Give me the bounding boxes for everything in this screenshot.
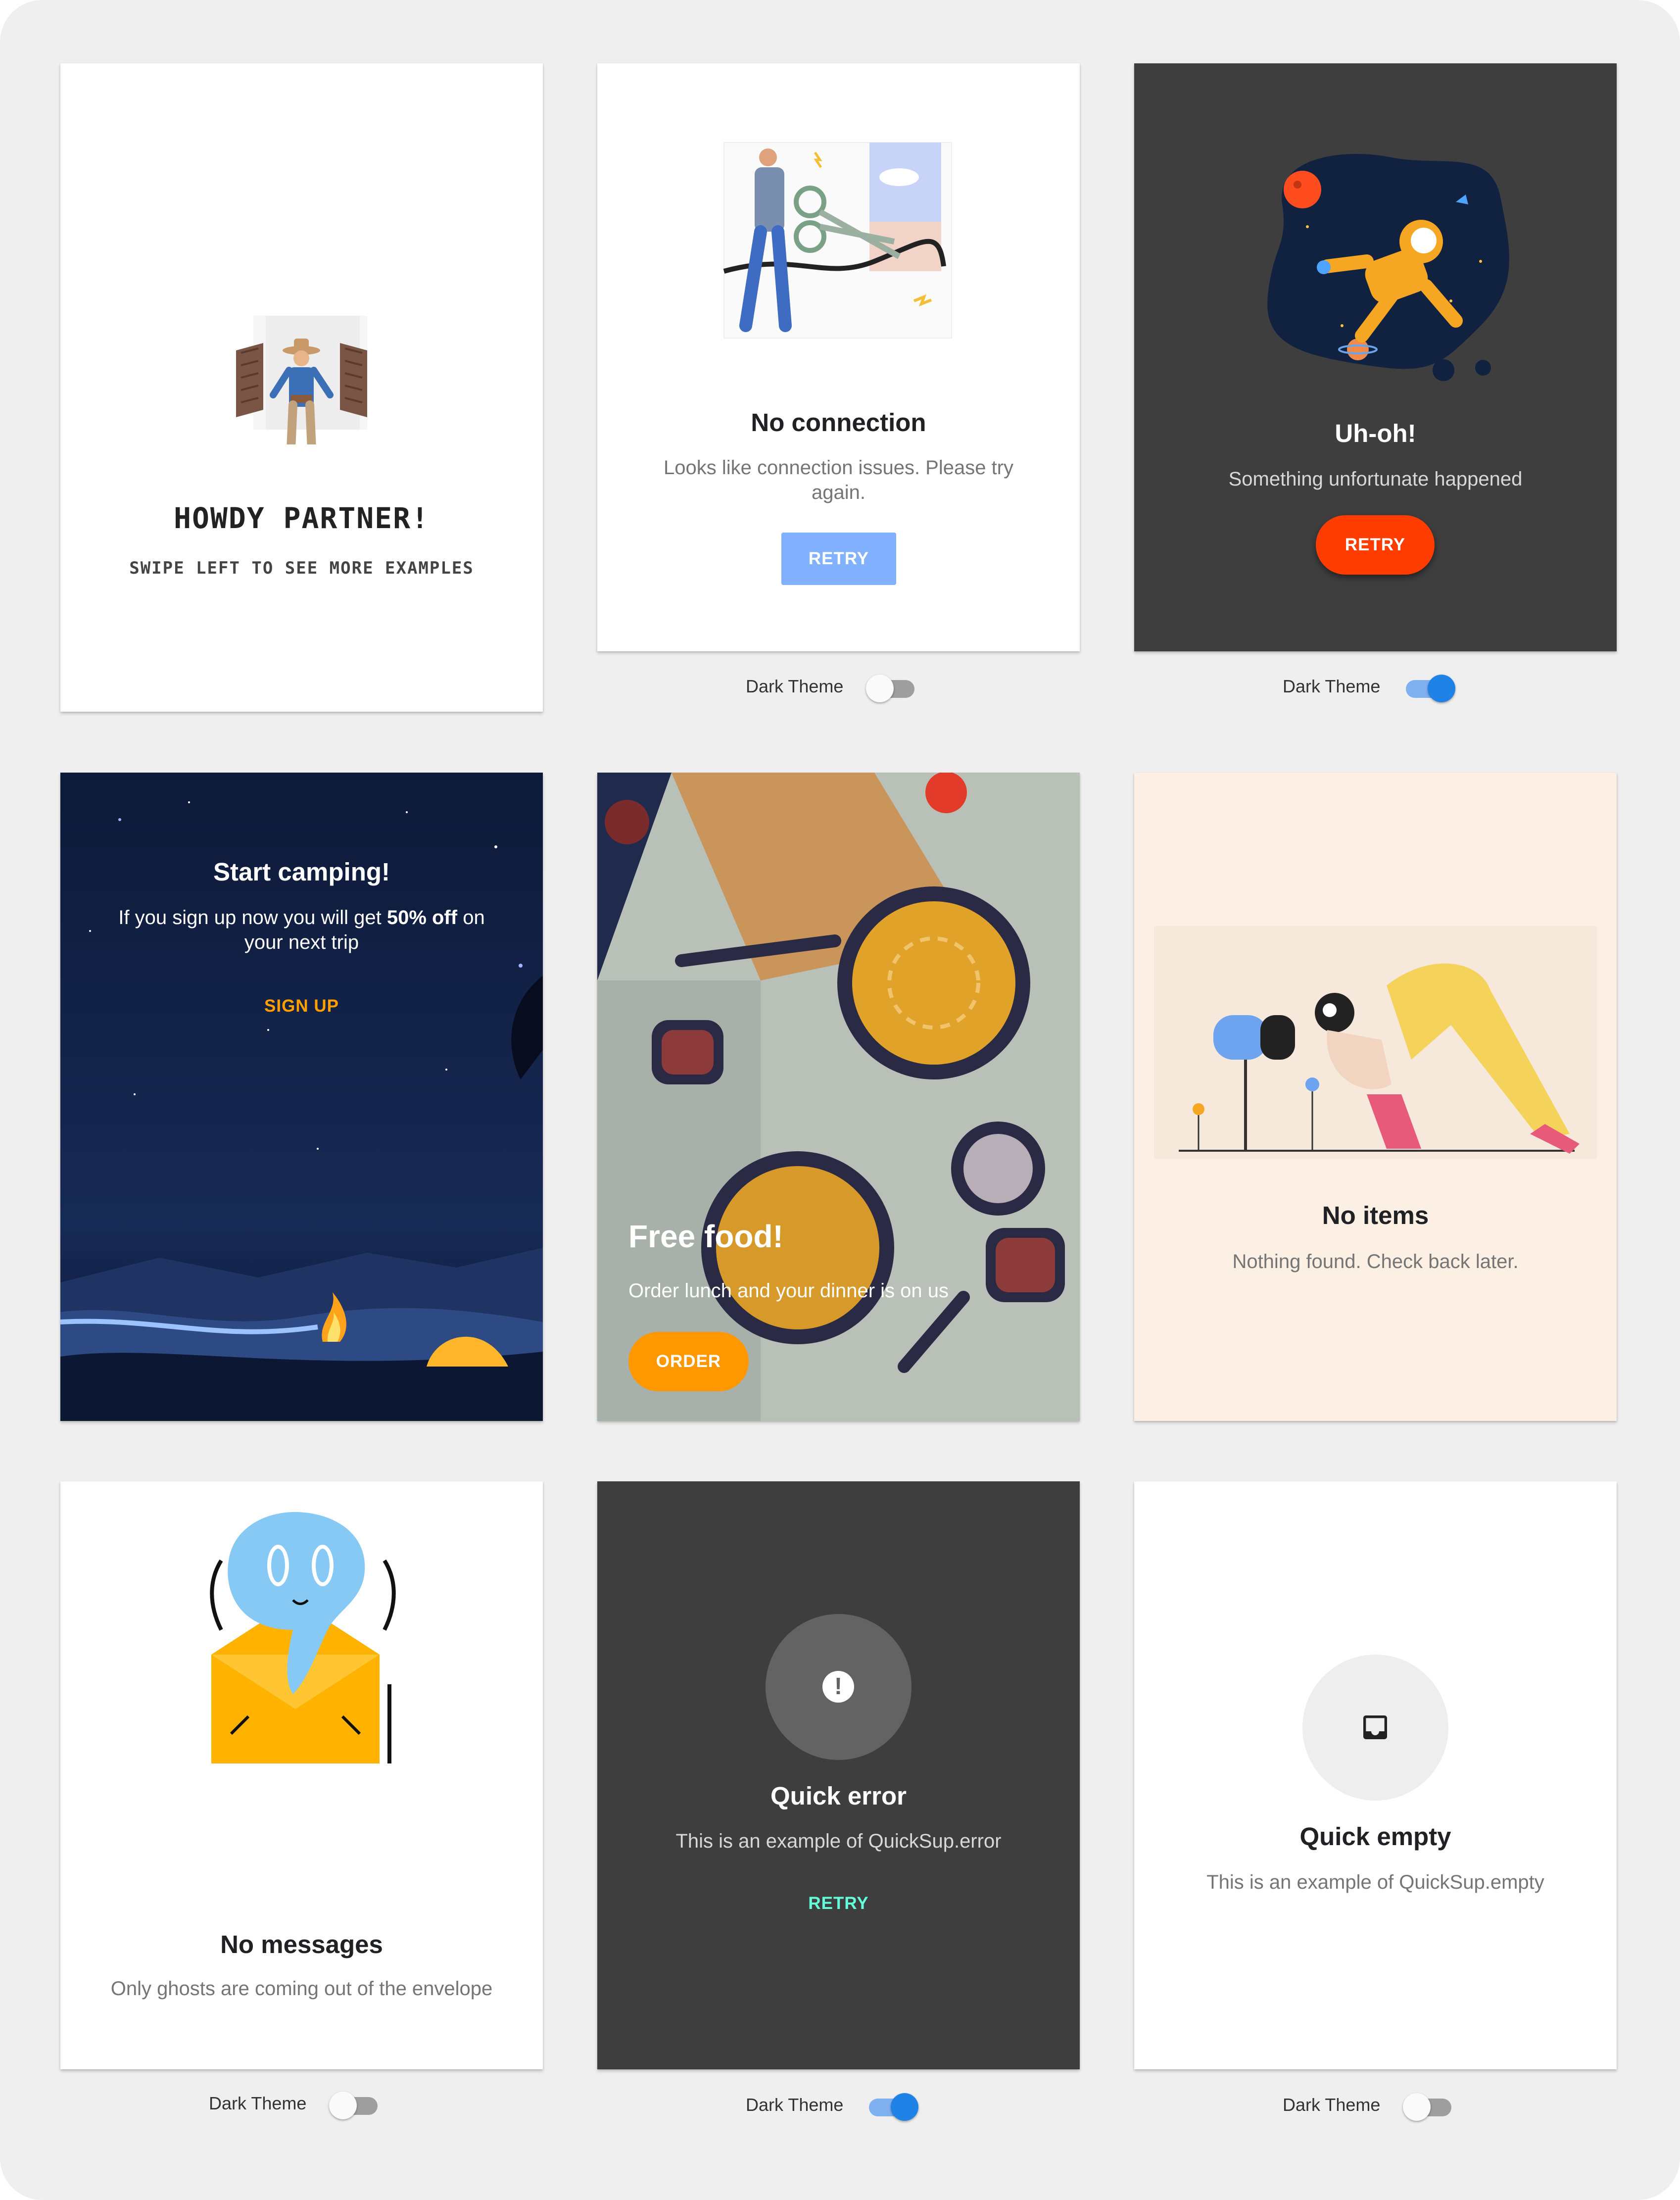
inbox-icon <box>1363 1715 1387 1739</box>
no-items-subtitle: Nothing found. Check back later. <box>1232 1251 1519 1272</box>
order-label: ORDER <box>656 1352 721 1371</box>
dark-theme-switch[interactable] <box>866 672 915 702</box>
howdy-subtitle: SWIPE LEFT TO SEE MORE EXAMPLES <box>129 558 474 578</box>
examples-grid: HOWDY PARTNER! SWIPE LEFT TO SEE MORE EX… <box>0 0 1680 2200</box>
no-messages-subtitle: Only ghosts are coming out of the envelo… <box>110 1978 493 2000</box>
quick-error-retry-button[interactable]: RETRY <box>597 1894 1080 1913</box>
camping-subtitle-a: If you sign up now you will get <box>118 907 387 929</box>
no-connection-card: No connection Looks like connection issu… <box>597 63 1080 651</box>
dark-theme-switch[interactable] <box>1403 2090 1452 2121</box>
no-messages-card: No messages Only ghosts are coming out o… <box>60 1481 543 2069</box>
camping-title: Start camping! <box>213 858 390 886</box>
dark-theme-toggle-row: Dark Theme <box>746 2088 919 2122</box>
camping-subtitle-bold: 50% off <box>386 907 458 929</box>
sign-up-button[interactable]: SIGN UP <box>60 996 543 1016</box>
free-food-card: Free food! Order lunch and your dinner i… <box>597 773 1080 1421</box>
dark-theme-switch[interactable] <box>329 2089 379 2119</box>
camping-subtitle-line2: your next trip <box>244 931 359 953</box>
dark-theme-toggle-row: Dark Theme <box>746 669 915 704</box>
camping-subtitle: If you sign up now you will get 50% off … <box>60 905 543 930</box>
no-connection-subtitle-line1: Looks like connection issues. Please try <box>663 457 1014 479</box>
food-illustration <box>597 773 1080 1421</box>
dark-theme-label: Dark Theme <box>1283 676 1381 696</box>
dark-theme-toggle-row: Dark Theme <box>1283 2088 1452 2122</box>
camping-card: Start camping! If you sign up now you wi… <box>60 773 543 1421</box>
quick-empty-title: Quick empty <box>1299 1822 1451 1851</box>
howdy-title: HOWDY PARTNER! <box>174 501 430 535</box>
cowboy-illustration <box>236 316 367 444</box>
no-connection-subtitle-line2: again. <box>812 482 865 503</box>
uh-oh-retry-button[interactable]: RETRY <box>1316 515 1435 575</box>
astronaut-illustration <box>1267 154 1509 381</box>
free-food-subtitle: Order lunch and your dinner is on us <box>628 1280 949 1302</box>
sign-up-label: SIGN UP <box>264 996 339 1016</box>
order-button[interactable]: ORDER <box>628 1332 749 1391</box>
quick-error-subtitle: This is an example of QuickSup.error <box>675 1830 1002 1852</box>
free-food-title: Free food! <box>628 1219 783 1254</box>
uh-oh-subtitle: Something unfortunate happened <box>1228 468 1523 490</box>
dark-theme-label: Dark Theme <box>1283 2095 1381 2115</box>
dark-theme-switch[interactable] <box>866 2090 919 2121</box>
quick-empty-subtitle: This is an example of QuickSup.empty <box>1206 1871 1544 1893</box>
quick-error-title: Quick error <box>770 1782 907 1810</box>
uh-oh-title: Uh-oh! <box>1335 419 1416 447</box>
empty-circle <box>1302 1655 1448 1801</box>
error-icon: ! <box>822 1671 854 1703</box>
error-circle: ! <box>766 1614 912 1760</box>
dark-theme-label: Dark Theme <box>746 2095 844 2115</box>
no-messages-title: No messages <box>220 1930 383 1958</box>
retry-label: RETRY <box>1344 535 1406 554</box>
no-connection-retry-button[interactable]: RETRY <box>781 533 896 585</box>
dark-theme-switch[interactable] <box>1403 672 1456 702</box>
dark-theme-label: Dark Theme <box>746 676 844 696</box>
dark-theme-toggle-row: Dark Theme <box>209 2086 379 2121</box>
quick-error-card: ! Quick error This is an example of Quic… <box>597 1481 1080 2069</box>
no-items-title: No items <box>1322 1201 1429 1229</box>
scissors-illustration <box>723 142 952 339</box>
no-connection-title: No connection <box>751 408 926 437</box>
dark-theme-label: Dark Theme <box>209 2093 307 2113</box>
dark-theme-toggle-row: Dark Theme <box>1283 669 1456 704</box>
uh-oh-card: Uh-oh! Something unfortunate happened RE… <box>1134 63 1617 651</box>
mailbox-illustration <box>1154 926 1597 1159</box>
quick-empty-card: Quick empty This is an example of QuickS… <box>1134 1481 1617 2069</box>
camping-subtitle-b: on <box>457 907 485 929</box>
retry-label: RETRY <box>808 549 869 568</box>
retry-label: RETRY <box>808 1894 869 1913</box>
howdy-card: HOWDY PARTNER! SWIPE LEFT TO SEE MORE EX… <box>60 63 543 712</box>
no-items-card: No items Nothing found. Check back later… <box>1134 773 1617 1421</box>
ghost-envelope-illustration <box>210 1512 396 1763</box>
